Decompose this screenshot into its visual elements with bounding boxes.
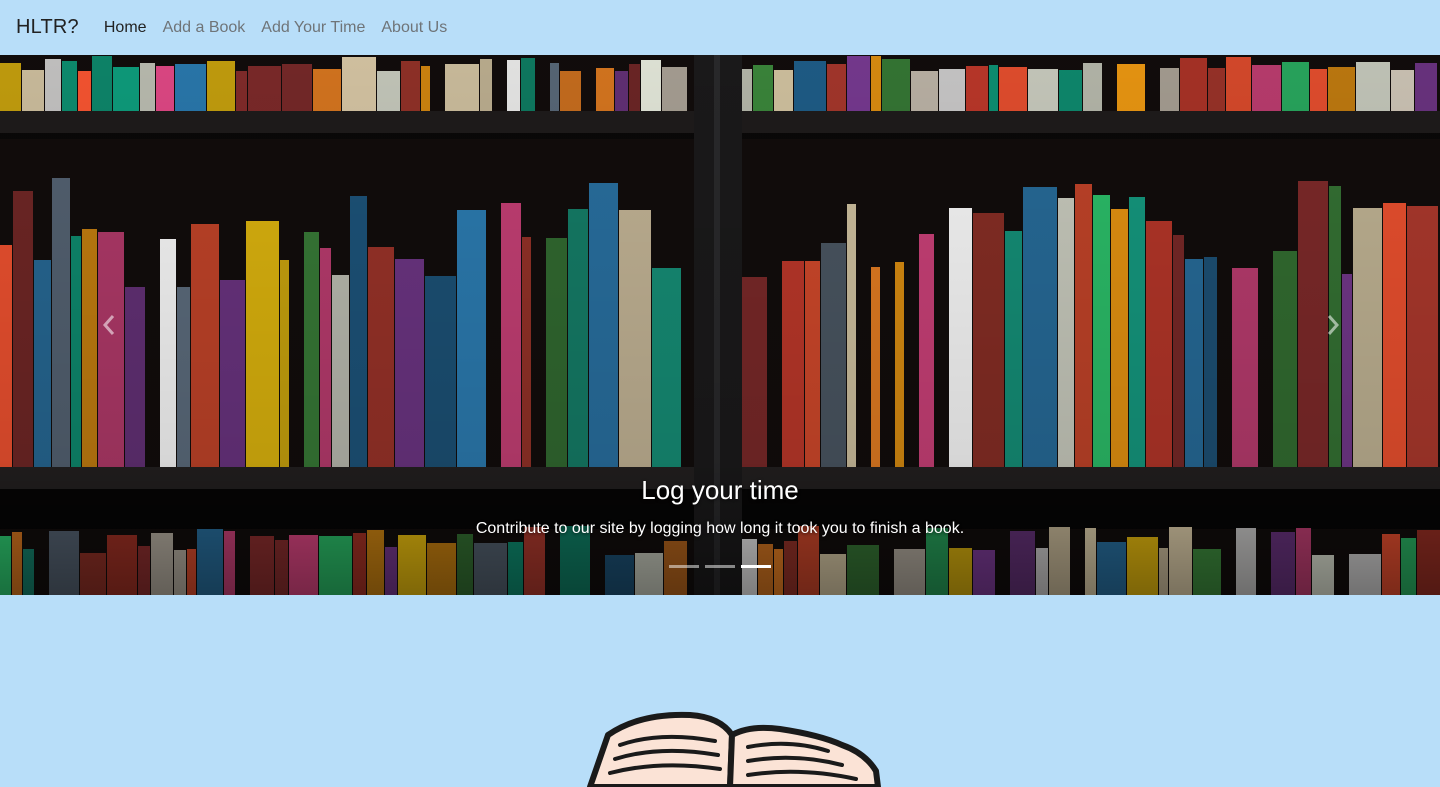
nav-link-home[interactable]: Home <box>104 19 147 37</box>
nav-link-add-book[interactable]: Add a Book <box>163 19 246 37</box>
carousel-caption: Log your time Contribute to our site by … <box>0 475 1440 538</box>
nav-link-about[interactable]: About Us <box>381 19 447 37</box>
carousel-indicator-2[interactable] <box>705 565 735 568</box>
open-book-illustration <box>587 711 881 787</box>
carousel-prev-button[interactable] <box>94 305 124 345</box>
carousel-indicators <box>0 565 1440 568</box>
caption-text: Contribute to our site by logging how lo… <box>475 520 965 537</box>
caption-title: Log your time <box>641 475 799 505</box>
nav-link-add-time[interactable]: Add Your Time <box>261 19 365 37</box>
nav-links: Home Add a Book Add Your Time About Us <box>104 19 463 37</box>
brand-logo[interactable]: HLTR? <box>16 16 79 39</box>
chevron-left-icon <box>102 315 115 335</box>
hero-carousel: Log your time Contribute to our site by … <box>0 55 1440 595</box>
carousel-indicator-3[interactable] <box>741 565 771 568</box>
carousel-indicator-1[interactable] <box>669 565 699 568</box>
navbar: HLTR? Home Add a Book Add Your Time Abou… <box>0 0 1440 55</box>
carousel-next-button[interactable] <box>1318 305 1348 345</box>
chevron-right-icon <box>1327 315 1340 335</box>
